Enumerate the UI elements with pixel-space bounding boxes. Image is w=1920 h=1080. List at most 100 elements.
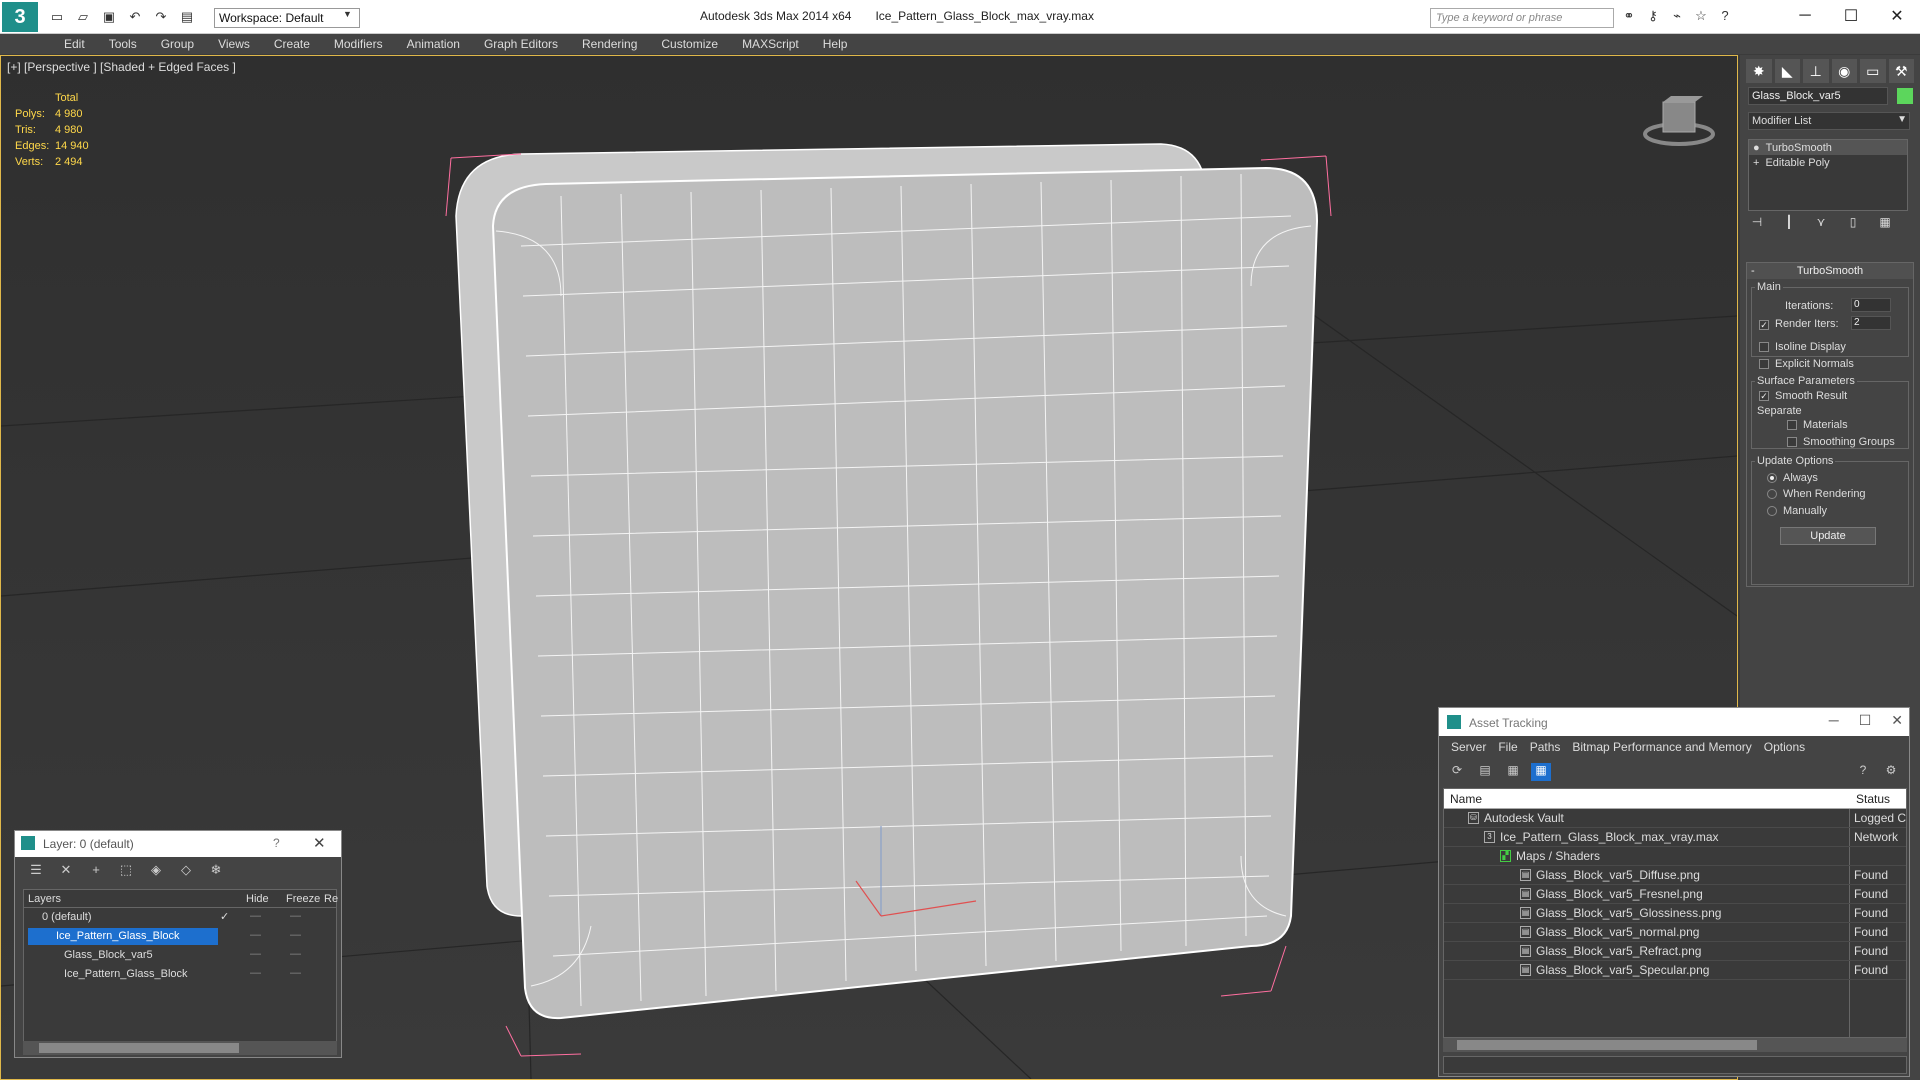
horizontal-scrollbar[interactable] [1443,1038,1907,1052]
star-icon[interactable]: ☆ [1692,8,1710,26]
render-iters-spinner[interactable]: 2 [1851,316,1891,330]
create-layer-icon[interactable]: ☰ [25,862,47,880]
search-input[interactable]: Type a keyword or phrase [1430,8,1614,28]
menu-tools[interactable]: Tools [97,34,149,54]
horizontal-scrollbar[interactable] [23,1041,337,1055]
column-name[interactable]: Name [1450,792,1482,806]
new-file-icon[interactable]: ▭ [46,7,68,27]
hide-toggle[interactable]: — [250,910,261,922]
menu-create[interactable]: Create [262,34,322,54]
smoothing-groups-checkbox[interactable] [1787,437,1797,447]
menu-modifiers[interactable]: Modifiers [322,34,395,54]
menu-group[interactable]: Group [149,34,206,54]
asset-row[interactable]: ▤ Glass_Block_var5_Refract.png Found [1444,942,1906,961]
table-view-icon[interactable]: ▦ [1531,763,1551,781]
asset-row[interactable]: ▤ Glass_Block_var5_normal.png Found [1444,923,1906,942]
add-to-layer-icon[interactable]: + [85,862,107,880]
remove-modifier-icon[interactable]: ▯ [1844,215,1862,233]
freeze-all-icon[interactable]: ❄ [205,862,227,880]
layer-row[interactable]: Glass_Block_var5 — — [24,946,336,965]
app-logo-button[interactable]: 3 [2,2,38,32]
column-status[interactable]: Status [1856,792,1890,806]
close-icon[interactable]: ✕ [313,834,326,852]
when-rendering-radio[interactable] [1767,489,1777,499]
rollout-header[interactable]: - TurboSmooth [1747,263,1913,279]
asset-row[interactable]: ▤ Glass_Block_var5_Specular.png Found [1444,961,1906,980]
binoculars-icon[interactable]: ⚭ [1620,8,1638,26]
smooth-result-checkbox[interactable]: ✓ [1759,391,1769,401]
menu-rendering[interactable]: Rendering [570,34,649,54]
freeze-toggle[interactable]: — [290,948,301,960]
menu-graph-editors[interactable]: Graph Editors [472,34,570,54]
close-icon[interactable]: ✕ [1891,712,1903,729]
stack-item-editable-poly[interactable]: + Editable Poly [1749,155,1907,170]
asset-tracking-titlebar[interactable]: Asset Tracking ─ ☐ ✕ [1439,708,1909,736]
scrollbar-thumb[interactable] [1457,1040,1757,1050]
utilities-tab-icon[interactable]: ⚒ [1888,59,1914,83]
hide-all-icon[interactable]: ◇ [175,862,197,880]
menu-bitmap-performance[interactable]: Bitmap Performance and Memory [1566,736,1757,758]
column-freeze[interactable]: Freeze [286,893,320,905]
layer-row[interactable]: Ice_Pattern_Glass_Block — — [24,927,336,946]
select-objects-icon[interactable]: ⬚ [115,862,137,880]
scrollbar-thumb[interactable] [39,1043,239,1053]
viewport-label[interactable]: [+] [Perspective ] [Shaded + Edged Faces… [7,60,236,74]
configure-sets-icon[interactable]: ▦ [1876,215,1894,233]
stack-item-turbosmooth[interactable]: ● TurboSmooth [1749,140,1907,155]
hide-toggle[interactable]: — [250,967,261,979]
make-unique-icon[interactable]: ⋎ [1812,215,1830,233]
freeze-toggle[interactable]: — [290,929,301,941]
show-end-result-icon[interactable]: ┃ [1780,215,1798,233]
menu-help[interactable]: Help [811,34,860,54]
asset-row[interactable]: 3 Ice_Pattern_Glass_Block_max_vray.max N… [1444,828,1906,847]
signal-icon[interactable]: ⌁ [1668,8,1686,26]
redo-icon[interactable]: ↷ [150,7,172,27]
viewcube-icon[interactable] [1639,92,1719,152]
menu-edit[interactable]: Edit [52,34,97,54]
lightbulb-icon[interactable]: ● [1753,142,1760,154]
menu-maxscript[interactable]: MAXScript [730,34,811,54]
freeze-toggle[interactable]: — [290,967,301,979]
pin-stack-icon[interactable]: ⊣ [1748,215,1766,233]
asset-row[interactable]: ▞ Maps / Shaders [1444,847,1906,866]
close-icon[interactable]: ✕ [1874,0,1920,32]
create-tab-icon[interactable]: ✸ [1746,59,1772,83]
object-color-swatch[interactable] [1897,88,1913,104]
menu-server[interactable]: Server [1445,736,1492,758]
asset-row[interactable]: ⛁ Autodesk Vault Logged C [1444,809,1906,828]
delete-layer-icon[interactable]: ✕ [55,862,77,880]
settings-icon[interactable]: ⚙ [1881,763,1901,781]
help-icon[interactable]: ? [273,836,280,850]
chevron-down-icon[interactable]: ▼ [343,9,352,19]
render-iters-checkbox[interactable]: ✓ [1759,320,1769,330]
active-layer-check-icon[interactable]: ✓ [220,910,229,923]
hierarchy-tab-icon[interactable]: ⊥ [1803,59,1829,83]
asset-row[interactable]: ▤ Glass_Block_var5_Fresnel.png Found [1444,885,1906,904]
menu-views[interactable]: Views [206,34,262,54]
column-render[interactable]: Re [324,893,338,905]
menu-options[interactable]: Options [1758,736,1811,758]
project-folder-icon[interactable]: ▤ [176,7,198,27]
key-icon[interactable]: ⚷ [1644,8,1662,26]
layer-row[interactable]: Ice_Pattern_Glass_Block — — [24,965,336,984]
workspace-dropdown[interactable]: Workspace: Default [214,8,360,28]
minimize-icon[interactable]: ─ [1829,712,1839,729]
list-view-icon[interactable]: ▤ [1475,763,1495,781]
isoline-checkbox[interactable] [1759,342,1769,352]
menu-animation[interactable]: Animation [395,34,472,54]
maximize-icon[interactable]: ☐ [1828,0,1874,32]
menu-paths[interactable]: Paths [1524,736,1567,758]
minimize-icon[interactable]: ─ [1782,0,1828,32]
refresh-icon[interactable]: ⟳ [1447,763,1467,781]
asset-row[interactable]: ▤ Glass_Block_var5_Diffuse.png Found [1444,866,1906,885]
help-icon[interactable]: ? [1716,8,1734,26]
menu-file[interactable]: File [1492,736,1523,758]
undo-icon[interactable]: ↶ [124,7,146,27]
modifier-list-dropdown[interactable]: Modifier List ▼ [1748,112,1910,130]
open-file-icon[interactable]: ▱ [72,7,94,27]
expand-icon[interactable]: + [1753,157,1759,169]
object-name-field[interactable]: Glass_Block_var5 [1748,87,1888,105]
save-file-icon[interactable]: ▣ [98,7,120,27]
asset-row[interactable]: ▤ Glass_Block_var5_Glossiness.png Found [1444,904,1906,923]
materials-checkbox[interactable] [1787,420,1797,430]
